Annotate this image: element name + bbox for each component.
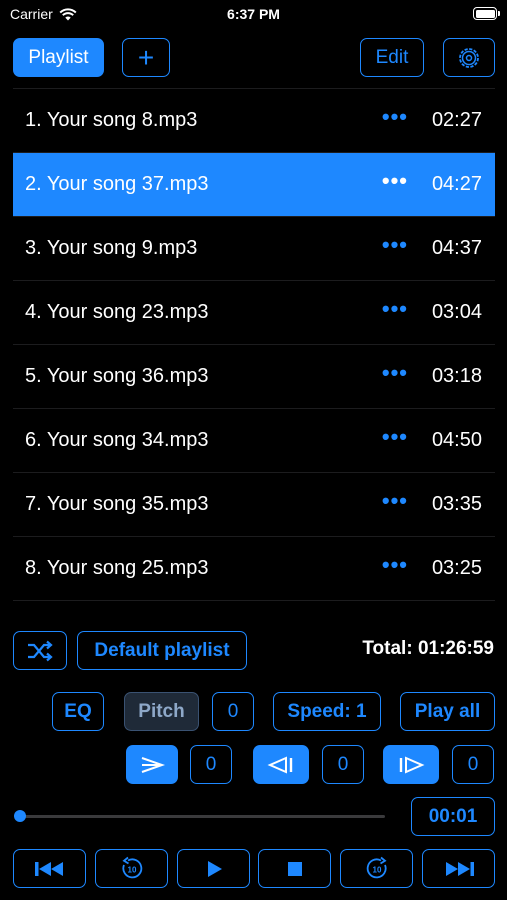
- skip-forward-button[interactable]: [422, 849, 495, 888]
- song-row[interactable]: 3. Your song 9.mp3 ••• 04:37: [13, 217, 495, 281]
- edit-button[interactable]: Edit: [360, 38, 424, 77]
- loop-value-2[interactable]: 0: [322, 745, 364, 784]
- total-duration: Total: 01:26:59: [362, 638, 494, 659]
- play-icon: [207, 860, 222, 877]
- song-title: 8. Your song 25.mp3: [25, 557, 209, 579]
- loop-back-button[interactable]: [253, 745, 309, 784]
- song-duration: 03:25: [431, 557, 482, 579]
- settings-button[interactable]: [443, 38, 495, 77]
- progress-track[interactable]: [20, 815, 385, 818]
- status-time: 6:37 PM: [227, 6, 280, 22]
- song-duration: 03:04: [431, 301, 482, 323]
- more-options-icon[interactable]: •••: [382, 233, 408, 258]
- loop-value-3[interactable]: 0: [452, 745, 494, 784]
- loop-a-button[interactable]: [126, 745, 178, 784]
- song-row[interactable]: 4. Your song 23.mp3 ••• 03:04: [13, 281, 495, 345]
- eq-button[interactable]: EQ: [52, 692, 104, 731]
- skip-back-icon: [34, 861, 63, 876]
- elapsed-time: 00:01: [411, 797, 495, 836]
- pitch-value[interactable]: 0: [212, 692, 254, 731]
- play-button[interactable]: [177, 849, 250, 888]
- skip-back-button[interactable]: [13, 849, 86, 888]
- song-duration: 02:27: [431, 109, 482, 131]
- song-title: 6. Your song 34.mp3: [25, 429, 209, 451]
- more-options-icon[interactable]: •••: [382, 361, 408, 386]
- pitch-button[interactable]: Pitch: [124, 692, 199, 731]
- stop-button[interactable]: [258, 849, 331, 888]
- song-title: 3. Your song 9.mp3: [25, 237, 198, 259]
- forward-10-button[interactable]: 10: [340, 849, 413, 888]
- loop-forward-button[interactable]: [383, 745, 439, 784]
- battery-icon: [473, 7, 500, 20]
- plus-icon: +: [137, 41, 155, 73]
- song-duration: 04:50: [431, 429, 482, 451]
- song-row[interactable]: 7. Your song 35.mp3 ••• 03:35: [13, 473, 495, 537]
- song-title: 5. Your song 36.mp3: [25, 365, 209, 387]
- more-options-icon[interactable]: •••: [382, 105, 408, 130]
- loop-forward-icon: [399, 755, 425, 774]
- song-duration: 04:27: [431, 173, 482, 195]
- gear-icon: [459, 47, 479, 68]
- song-row[interactable]: 6. Your song 34.mp3 ••• 04:50: [13, 409, 495, 473]
- song-title: 2. Your song 37.mp3: [25, 173, 209, 195]
- song-duration: 03:18: [431, 365, 482, 387]
- loop-a-icon: [141, 756, 166, 773]
- play-all-button[interactable]: Play all: [400, 692, 495, 731]
- more-options-icon[interactable]: •••: [382, 489, 408, 514]
- more-options-icon[interactable]: •••: [382, 425, 408, 450]
- stop-icon: [287, 861, 302, 876]
- svg-text:10: 10: [127, 865, 136, 874]
- shuffle-icon: [28, 640, 53, 661]
- song-row[interactable]: 1. Your song 8.mp3 ••• 02:27: [13, 89, 495, 153]
- svg-text:10: 10: [372, 865, 381, 874]
- loop-value-1[interactable]: 0: [190, 745, 232, 784]
- song-row[interactable]: 5. Your song 36.mp3 ••• 03:18: [13, 345, 495, 409]
- rewind-10-button[interactable]: 10: [95, 849, 168, 888]
- song-title: 1. Your song 8.mp3: [25, 109, 198, 131]
- skip-forward-icon: [445, 861, 474, 876]
- progress-knob[interactable]: [14, 810, 26, 822]
- song-row[interactable]: 8. Your song 25.mp3 ••• 03:25: [13, 537, 495, 601]
- playlist-button[interactable]: Playlist: [13, 38, 104, 77]
- add-button[interactable]: +: [122, 38, 170, 77]
- song-title: 4. Your song 23.mp3: [25, 301, 209, 323]
- more-options-icon[interactable]: •••: [382, 553, 408, 578]
- loop-back-icon: [267, 755, 293, 774]
- speed-button[interactable]: Speed: 1: [273, 692, 381, 731]
- shuffle-button[interactable]: [13, 631, 67, 670]
- forward-10-icon: 10: [366, 856, 387, 878]
- song-duration: 03:35: [431, 493, 482, 515]
- rewind-10-icon: 10: [121, 856, 142, 878]
- status-bar: Carrier 6:37 PM: [0, 0, 507, 30]
- song-duration: 04:37: [431, 237, 482, 259]
- playlist-selector-button[interactable]: Default playlist: [77, 631, 247, 670]
- song-list: 1. Your song 8.mp3 ••• 02:27 2. Your song 3…: [13, 88, 495, 601]
- more-options-icon[interactable]: •••: [382, 169, 408, 194]
- song-row[interactable]: 2. Your song 37.mp3 ••• 04:27: [13, 153, 495, 217]
- more-options-icon[interactable]: •••: [382, 297, 408, 322]
- song-title: 7. Your song 35.mp3: [25, 493, 209, 515]
